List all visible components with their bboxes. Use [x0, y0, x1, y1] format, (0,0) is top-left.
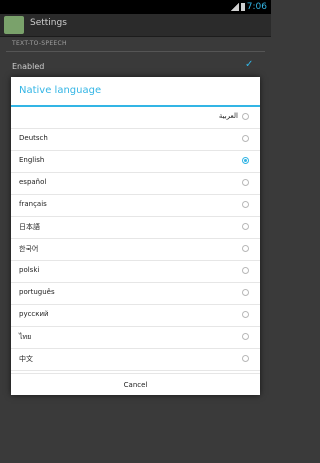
language-option-polski[interactable]: polski [11, 261, 260, 283]
language-option-korean[interactable]: 한국어 [11, 239, 260, 261]
language-option-portugues[interactable]: português [11, 283, 260, 305]
language-option-francais[interactable]: français [11, 195, 260, 217]
option-label: Deutsch [19, 134, 48, 142]
dialog-title: Native language [19, 85, 102, 96]
option-label: русский [19, 310, 49, 318]
option-label: English [19, 156, 45, 164]
radio-icon[interactable] [242, 179, 249, 186]
radio-icon[interactable] [242, 113, 249, 120]
radio-icon[interactable] [242, 223, 249, 230]
enabled-label: Enabled [12, 62, 45, 71]
native-language-dialog: Native language العربية Deutsch English … [11, 77, 260, 395]
option-label: العربية [218, 112, 238, 120]
option-label: español [19, 178, 47, 186]
app-icon[interactable] [4, 16, 24, 34]
radio-icon[interactable] [242, 333, 249, 340]
option-label: 한국어 [19, 245, 39, 253]
option-label: 日本語 [19, 223, 40, 231]
battery-icon [240, 3, 245, 11]
radio-selected-icon[interactable] [242, 157, 249, 164]
radio-icon[interactable] [242, 135, 249, 142]
status-bar: 7:06 [0, 0, 271, 14]
tts-section-header: TEXT-TO-SPEECH [12, 40, 67, 47]
radio-icon[interactable] [242, 289, 249, 296]
option-label: polski [19, 266, 40, 274]
radio-icon[interactable] [242, 267, 249, 274]
option-label: 中文 [19, 355, 33, 363]
signal-icon [230, 3, 239, 11]
enabled-checkbox-icon[interactable]: ✓ [245, 60, 255, 70]
language-option-chinese[interactable]: 中文 [11, 349, 260, 371]
status-time: 7:06 [246, 2, 267, 12]
option-label: français [19, 200, 47, 208]
radio-icon[interactable] [242, 245, 249, 252]
app-title: Settings [30, 18, 67, 28]
language-option-thai[interactable]: ไทย [11, 327, 260, 349]
option-label: português [19, 288, 55, 296]
language-option-espanol[interactable]: español [11, 173, 260, 195]
language-option-deutsch[interactable]: Deutsch [11, 129, 260, 151]
radio-icon[interactable] [242, 201, 249, 208]
language-option-arabic[interactable]: العربية [11, 107, 260, 129]
language-option-russian[interactable]: русский [11, 305, 260, 327]
cancel-button[interactable]: Cancel [11, 373, 260, 396]
language-option-japanese[interactable]: 日本語 [11, 217, 260, 239]
radio-icon[interactable] [242, 311, 249, 318]
language-option-english[interactable]: English [11, 151, 260, 173]
radio-icon[interactable] [242, 355, 249, 362]
option-label: ไทย [19, 333, 32, 341]
action-bar: Settings [0, 14, 271, 37]
status-icons: 7:06 [230, 0, 267, 14]
section-divider [6, 51, 265, 52]
